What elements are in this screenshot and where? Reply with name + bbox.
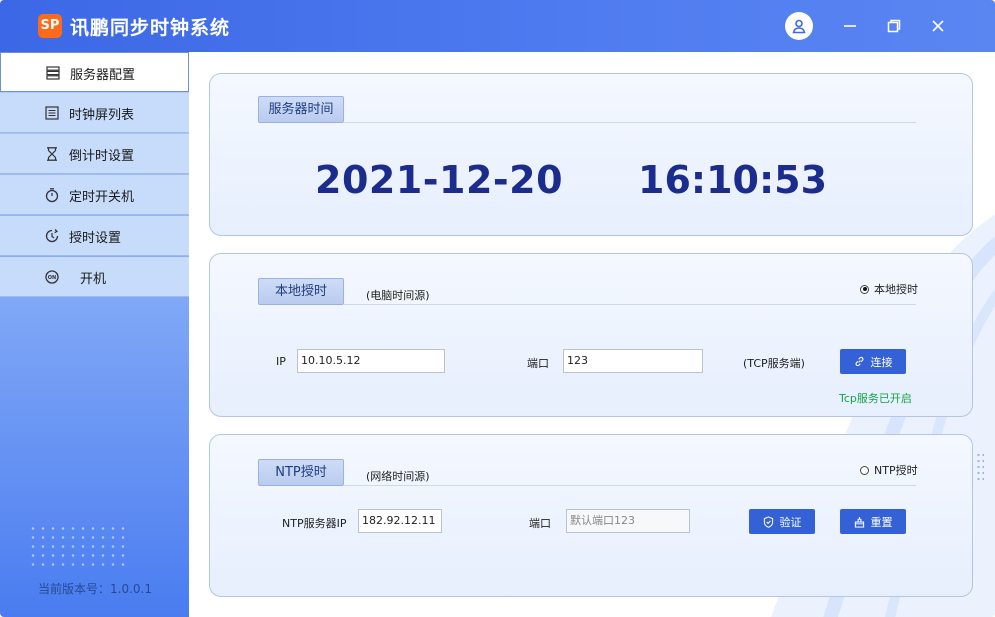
brush-icon: [854, 516, 864, 528]
local-sync-card: 本地授时 (电脑时间源) 本地授时 IP 10.10.5.12 端口 123 (…: [209, 253, 984, 484]
sidebar-item-label: 定时开关机: [69, 190, 135, 205]
local-sync-radio[interactable]: 本地授时: [860, 281, 918, 297]
sidebar-item-power-on[interactable]: ON 开机: [0, 257, 189, 297]
decorative-dots: [28, 524, 128, 569]
maximize-button[interactable]: [882, 14, 906, 38]
clock-sync-icon: [45, 229, 59, 243]
local-source-note: (电脑时间源): [366, 289, 430, 302]
server-time-tag: 服务器时间: [258, 96, 344, 123]
app-window: SP 讯鹏同步时钟系统 服务器配置 时钟屏列表 倒计时设置 定时开关机 授时设置…: [0, 0, 995, 617]
ip-label: IP: [276, 355, 286, 368]
sidebar-item-server-config[interactable]: 服务器配置: [0, 52, 189, 92]
local-ip-input[interactable]: 10.10.5.12: [297, 349, 445, 373]
sidebar-item-time-sync[interactable]: 授时设置: [0, 216, 189, 256]
reset-button[interactable]: 重置: [840, 509, 906, 534]
main-content: 服务器时间 2021-12-20 16:10:53 本地授时 (电脑时间源) 本…: [189, 52, 995, 617]
svg-text:ON: ON: [48, 275, 56, 281]
hourglass-icon: [47, 147, 57, 161]
server-time-card: 服务器时间 2021-12-20 16:10:53: [209, 73, 973, 236]
sidebar-item-label: 服务器配置: [70, 68, 136, 83]
ntp-sync-card: NTP授时 (网络时间源) NTP授时 NTP服务器IP 182.92.12.1…: [209, 434, 973, 597]
shield-icon: [763, 515, 773, 528]
sidebar-item-countdown[interactable]: 倒计时设置: [0, 134, 189, 174]
close-icon: [932, 20, 944, 32]
list-icon: [45, 106, 59, 120]
tcp-status: Tcp服务已开启: [839, 392, 912, 405]
ntp-ip-label: NTP服务器IP: [282, 517, 347, 530]
reset-button-label: 重置: [870, 515, 893, 529]
power-on-icon: ON: [45, 270, 59, 284]
server-icon: [46, 66, 60, 80]
restore-icon: [887, 19, 901, 33]
app-logo: SP: [38, 14, 62, 38]
sidebar-item-label: 授时设置: [69, 231, 122, 246]
verify-button[interactable]: 验证: [749, 509, 815, 534]
decorative-dots: [976, 452, 984, 484]
port-label: 端口: [527, 357, 549, 370]
ntp-source-note: (网络时间源): [366, 470, 430, 483]
local-port-input[interactable]: 123: [563, 349, 703, 373]
sidebar-item-label: 开机: [80, 272, 107, 287]
divider: [344, 304, 916, 305]
user-avatar[interactable]: [785, 12, 813, 40]
ntp-sync-radio[interactable]: NTP授时: [860, 462, 918, 478]
link-icon: [855, 356, 863, 367]
radio-selected-icon: [860, 284, 869, 294]
connect-button[interactable]: 连接: [840, 349, 906, 374]
app-title: 讯鹏同步时钟系统: [70, 17, 231, 39]
stopwatch-icon: [45, 188, 59, 203]
title-bar: SP 讯鹏同步时钟系统: [0, 0, 995, 52]
local-sync-radio-label: 本地授时: [874, 283, 918, 296]
local-sync-tag: 本地授时: [258, 278, 344, 305]
server-date: 2021-12-20: [315, 158, 564, 202]
verify-button-label: 验证: [779, 515, 802, 529]
ntp-port-input[interactable]: 默认端口123: [566, 509, 690, 533]
version-label: 当前版本号：1.0.0.1: [38, 582, 152, 596]
divider: [344, 485, 916, 486]
server-time: 16:10:53: [638, 158, 828, 202]
sidebar-item-label: 倒计时设置: [69, 149, 135, 164]
tcp-server-note: (TCP服务端): [743, 357, 805, 370]
radio-unselected-icon: [860, 465, 869, 475]
sidebar: 服务器配置 时钟屏列表 倒计时设置 定时开关机 授时设置 ON 开机 当前版本号…: [0, 52, 189, 617]
ntp-port-label: 端口: [529, 517, 551, 530]
user-icon: [792, 19, 806, 34]
ntp-sync-tag: NTP授时: [258, 459, 344, 486]
sidebar-item-label: 时钟屏列表: [69, 108, 135, 123]
divider: [344, 122, 916, 123]
connect-button-label: 连接: [870, 355, 893, 369]
minimize-icon: [844, 25, 856, 27]
sidebar-item-clock-list[interactable]: 时钟屏列表: [0, 93, 189, 133]
ntp-ip-input[interactable]: 182.92.12.11: [358, 509, 442, 533]
sidebar-item-timed-power[interactable]: 定时开关机: [0, 175, 189, 215]
minimize-button[interactable]: [838, 14, 862, 38]
ntp-sync-radio-label: NTP授时: [874, 464, 918, 477]
close-button[interactable]: [926, 14, 950, 38]
